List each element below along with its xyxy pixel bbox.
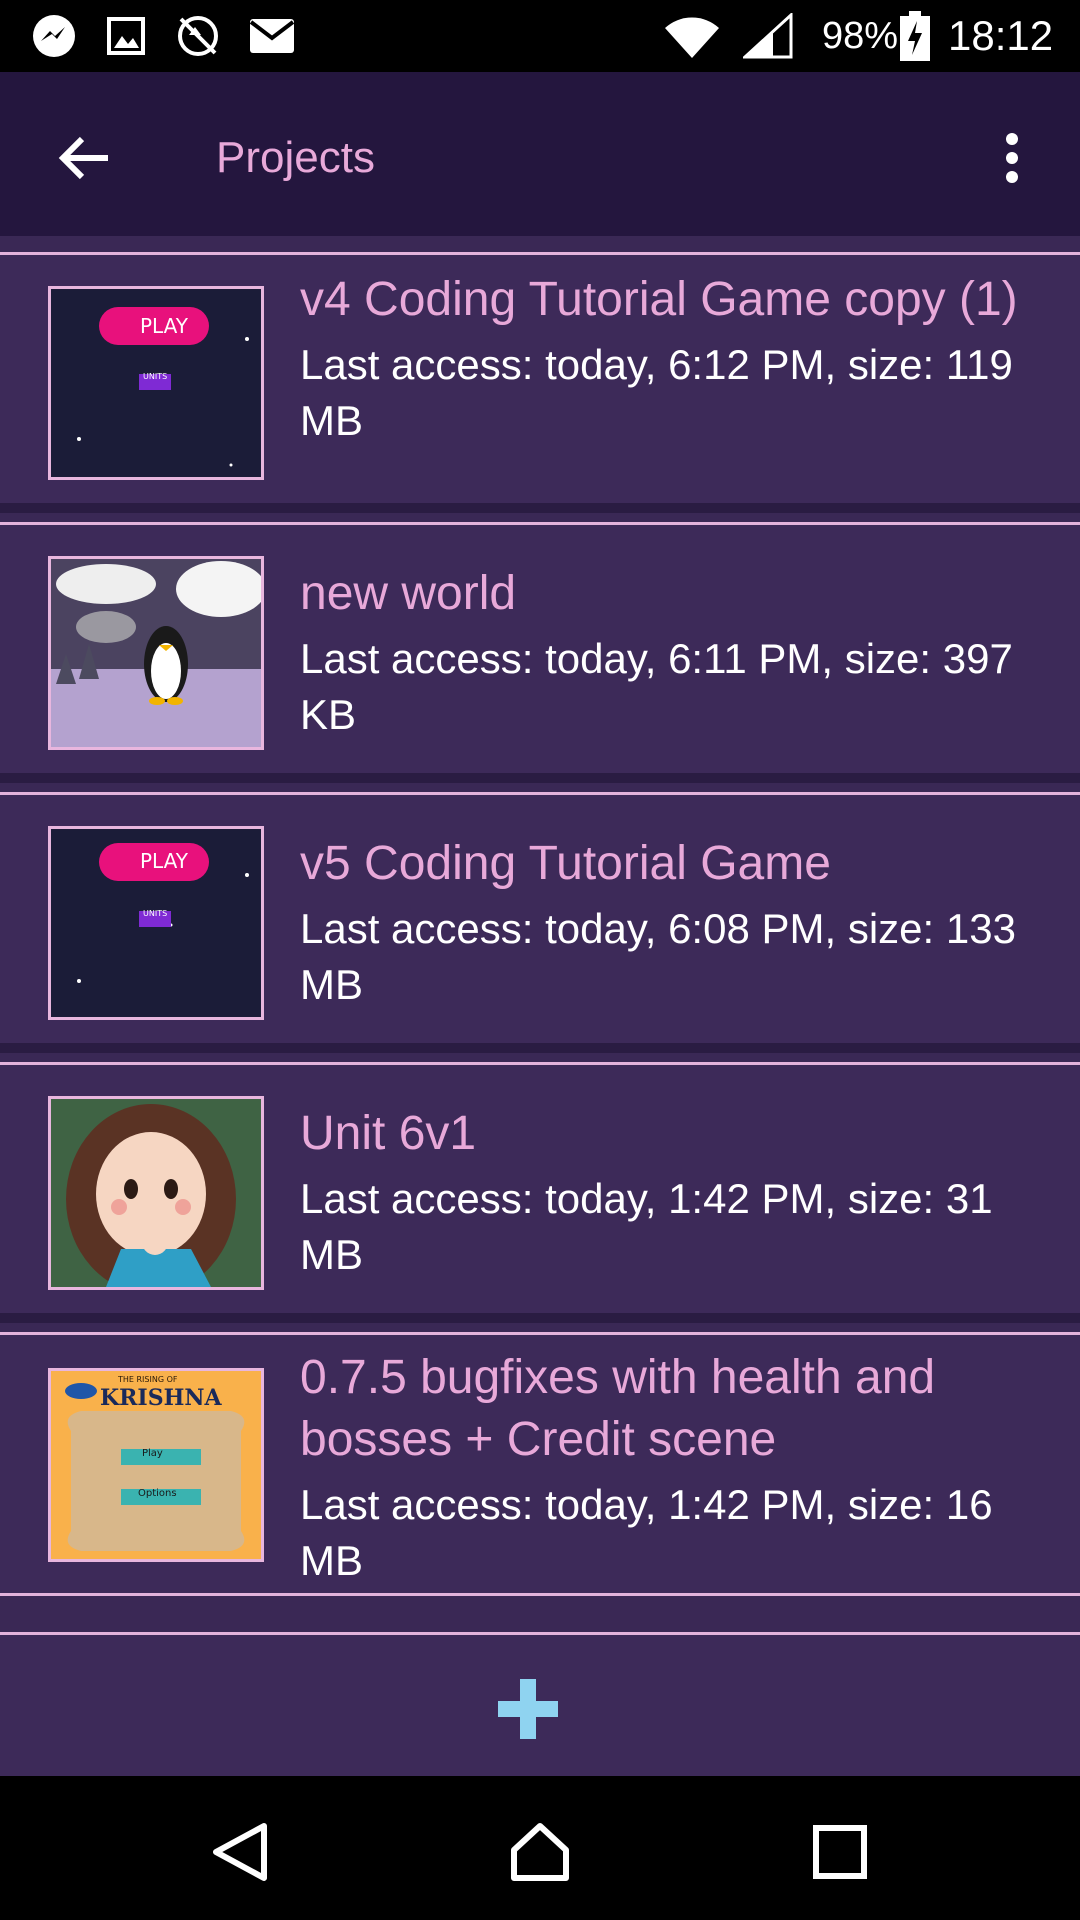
divider	[0, 1043, 1080, 1053]
project-row[interactable]: Unit 6v1 Last access: today, 1:42 PM, si…	[0, 1062, 1080, 1313]
project-row[interactable]: PLAY UNITS v5 Coding Tutorial Game Last …	[0, 792, 1080, 1043]
clock: 18:12	[948, 12, 1054, 59]
system-nav-bar	[0, 1776, 1080, 1920]
project-thumbnail	[48, 1096, 264, 1290]
add-project-button[interactable]	[492, 1673, 564, 1745]
project-info: Unit 6v1 Last access: today, 1:42 PM, si…	[300, 1103, 1040, 1283]
battery-charging-icon	[898, 11, 932, 61]
project-info: v4 Coding Tutorial Game copy (1) Last ac…	[300, 269, 1040, 449]
krishna-options-label: Options	[138, 1488, 177, 1499]
project-thumbnail	[48, 556, 264, 750]
project-info: v5 Coding Tutorial Game Last access: tod…	[300, 833, 1040, 1013]
project-title: v5 Coding Tutorial Game	[300, 837, 831, 890]
girl-character-image	[51, 1099, 261, 1287]
divider	[0, 773, 1080, 783]
krishna-title: KRISHNA	[100, 1385, 222, 1411]
plus-icon	[498, 1679, 558, 1739]
recents-icon	[813, 1825, 867, 1879]
play-label: PLAY	[140, 314, 189, 338]
mail-icon	[246, 12, 298, 60]
project-title: new world	[300, 567, 517, 620]
project-row[interactable]: THE RISING OF KRISHNA Play Options 0.7.5…	[0, 1332, 1080, 1593]
play-label: PLAY	[140, 849, 189, 873]
project-title: Unit 6v1	[300, 1107, 477, 1160]
project-access: Last access: today, 1:42 PM, size: 16 MB	[300, 1481, 993, 1584]
wifi-icon	[660, 12, 724, 60]
project-title: v4 Coding Tutorial Game copy (1)	[300, 273, 1018, 326]
units-label: UNITS	[143, 372, 168, 381]
krishna-play-label: Play	[142, 1448, 163, 1459]
battery-percent: 98%	[822, 15, 899, 57]
signal-icon	[742, 12, 794, 60]
page-title: Projects	[216, 133, 375, 182]
project-info: new world Last access: today, 6:11 PM, s…	[300, 563, 1040, 743]
divider	[0, 1313, 1080, 1323]
status-bar: 98% 18:12	[0, 0, 1080, 72]
project-info: 0.7.5 bugfixes with health and bosses + …	[300, 1347, 1040, 1589]
nav-back-button[interactable]	[200, 1812, 280, 1892]
add-project-bar	[0, 1632, 1080, 1779]
penguin-clouds-image	[51, 559, 261, 747]
project-access: Last access: today, 6:12 PM, size: 119 M…	[300, 341, 1013, 444]
project-access: Last access: today, 6:08 PM, size: 133 M…	[300, 905, 1016, 1008]
units-label: UNITS	[143, 909, 168, 918]
divider	[0, 1593, 1080, 1629]
more-vert-icon	[1006, 133, 1018, 183]
messenger-icon	[28, 12, 80, 60]
project-access: Last access: today, 1:42 PM, size: 31 MB	[300, 1175, 993, 1278]
project-access: Last access: today, 6:11 PM, size: 397 K…	[300, 635, 1013, 738]
image-icon	[102, 12, 150, 60]
divider	[0, 503, 1080, 513]
overflow-menu-button[interactable]	[980, 110, 1044, 206]
nav-recents-button[interactable]	[800, 1812, 880, 1892]
krishna-subtitle: THE RISING OF	[118, 1375, 178, 1384]
nav-home-button[interactable]	[500, 1812, 580, 1892]
back-button[interactable]	[36, 110, 132, 206]
app-bar: Projects	[0, 72, 1080, 236]
arrow-back-icon	[58, 136, 108, 180]
back-triangle-icon	[213, 1823, 267, 1881]
project-title: 0.7.5 bugfixes with health and bosses + …	[300, 1351, 936, 1466]
project-row[interactable]: new world Last access: today, 6:11 PM, s…	[0, 522, 1080, 773]
project-row[interactable]: PLAY UNITS v4 Coding Tutorial Game copy …	[0, 252, 1080, 503]
home-icon	[511, 1823, 569, 1881]
no-sync-icon	[172, 12, 224, 60]
